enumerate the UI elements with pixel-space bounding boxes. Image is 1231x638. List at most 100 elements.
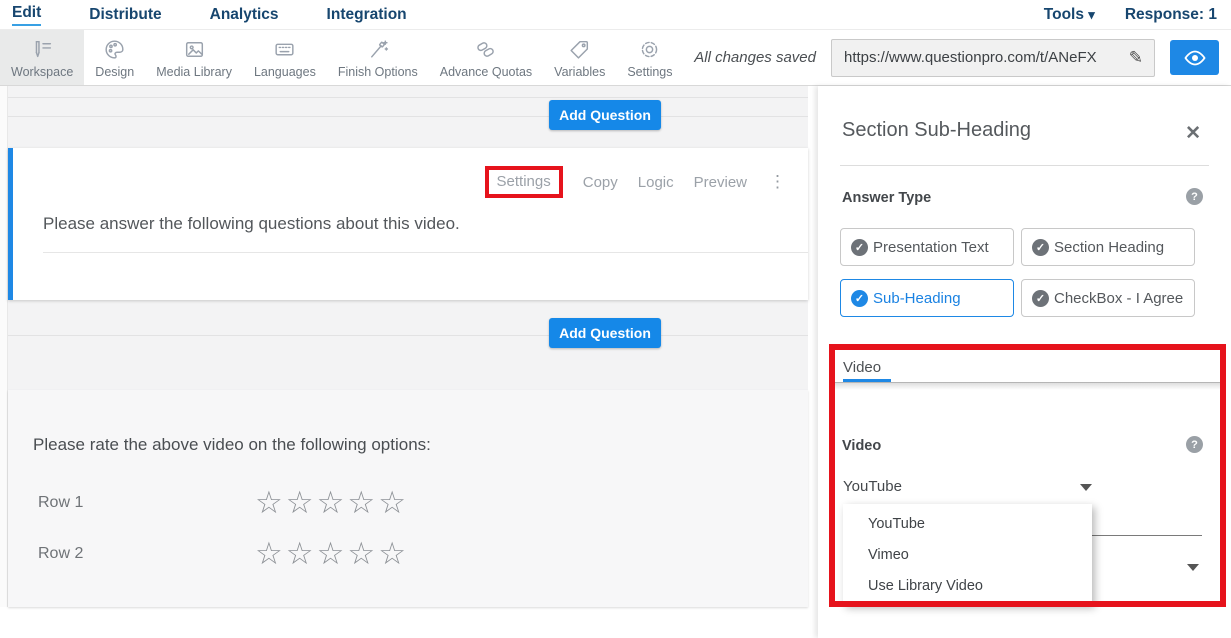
row-label: Row 1 [38, 494, 83, 512]
option-label: Sub-Heading [873, 290, 961, 307]
question-card-subheading[interactable]: Settings Copy Logic Preview ⋮ Please ans… [8, 148, 808, 300]
toolbar-item-finish-options[interactable]: Finish Options [327, 30, 429, 85]
tab-video[interactable]: Video [843, 359, 881, 376]
question-preview-button[interactable]: Preview [694, 174, 747, 191]
more-options-icon[interactable]: ⋮ [769, 172, 786, 192]
check-circle-icon: ✓ [851, 290, 868, 307]
toolbar-item-media-library[interactable]: Media Library [145, 30, 243, 85]
toolbar-label: Languages [254, 65, 316, 79]
tools-menu[interactable]: Tools ▾ [1044, 6, 1095, 24]
star-icon[interactable]: ☆ [255, 488, 283, 518]
panel-title: Section Sub-Heading [842, 119, 1031, 142]
dropdown-arrow-icon[interactable] [1080, 484, 1092, 491]
toolbar-item-workspace[interactable]: Workspace [0, 30, 84, 85]
nav-tab-edit[interactable]: Edit [12, 4, 41, 26]
star-icon[interactable]: ☆ [317, 488, 345, 518]
top-nav: Edit Distribute Analytics Integration To… [0, 0, 1231, 30]
survey-url-field[interactable]: https://www.questionpro.com/t/ANeFX ✎ [831, 39, 1155, 77]
question-action-row: Settings Copy Logic Preview ⋮ [485, 166, 786, 198]
question-copy-button[interactable]: Copy [583, 174, 618, 191]
toolbar-label: Media Library [156, 65, 232, 79]
toolbar-label: Advance Quotas [440, 65, 532, 79]
rating-row-2: Row 2 ☆ ☆ ☆ ☆ ☆ [8, 536, 808, 572]
toolbar-label: Settings [627, 65, 672, 79]
check-circle-icon: ✓ [1032, 239, 1049, 256]
dropdown-arrow-icon[interactable] [1187, 564, 1199, 571]
video-label: Video [842, 438, 881, 454]
answer-type-section-heading[interactable]: ✓ Section Heading [1021, 228, 1195, 266]
star-icon[interactable]: ☆ [347, 488, 375, 518]
star-rating: ☆ ☆ ☆ ☆ ☆ [255, 488, 406, 518]
gear-icon [637, 37, 662, 62]
divider [8, 116, 808, 117]
star-icon[interactable]: ☆ [378, 539, 406, 569]
toolbar-item-design[interactable]: Design [84, 30, 145, 85]
tag-icon [567, 37, 592, 62]
toolbar-label: Finish Options [338, 65, 418, 79]
close-icon[interactable]: ✕ [1185, 122, 1201, 145]
nav-tab-integration[interactable]: Integration [327, 6, 407, 24]
option-label: Section Heading [1054, 239, 1164, 256]
star-icon[interactable]: ☆ [378, 488, 406, 518]
dropdown-option-youtube[interactable]: YouTube [843, 509, 1092, 540]
toolbar-item-advance-quotas[interactable]: Advance Quotas [429, 30, 543, 85]
dropdown-option-vimeo[interactable]: Vimeo [843, 540, 1092, 571]
survey-canvas: Add Question Settings Copy Logic Preview… [0, 86, 808, 607]
option-label: CheckBox - I Agree [1054, 290, 1183, 307]
eye-icon [1183, 50, 1207, 66]
check-circle-icon: ✓ [1032, 290, 1049, 307]
editor-toolbar: Workspace Design Media Library Languages… [0, 30, 1231, 86]
star-icon[interactable]: ☆ [286, 488, 314, 518]
question-card-rating[interactable]: Please rate the above video on the follo… [8, 390, 808, 607]
toolbar-label: Variables [554, 65, 605, 79]
toolbar-item-languages[interactable]: Languages [243, 30, 327, 85]
dropdown-option-library-video[interactable]: Use Library Video [843, 571, 1092, 602]
star-icon[interactable]: ☆ [347, 539, 375, 569]
response-count[interactable]: Response: 1 [1125, 6, 1217, 24]
divider [43, 252, 808, 253]
canvas-gutter [0, 86, 8, 607]
question2-text: Please rate the above video on the follo… [33, 435, 431, 455]
star-icon[interactable]: ☆ [286, 539, 314, 569]
highlight-box-settings: Settings [485, 166, 563, 198]
wand-icon [365, 37, 390, 62]
toolbar-item-settings[interactable]: Settings [616, 30, 683, 85]
preview-survey-button[interactable] [1170, 40, 1219, 75]
keyboard-icon [272, 37, 297, 62]
star-icon[interactable]: ☆ [255, 539, 283, 569]
divider [8, 97, 808, 98]
add-question-button-top[interactable]: Add Question [549, 100, 661, 130]
option-label: Presentation Text [873, 239, 989, 256]
help-icon[interactable]: ? [1186, 188, 1203, 205]
save-status: All changes saved [694, 49, 816, 66]
nav-tab-analytics[interactable]: Analytics [210, 6, 279, 24]
help-icon[interactable]: ? [1186, 436, 1203, 453]
answer-type-presentation-text[interactable]: ✓ Presentation Text [840, 228, 1014, 266]
workspace-icon [30, 37, 55, 62]
palette-icon [102, 37, 127, 62]
answer-type-label: Answer Type [842, 190, 931, 206]
video-source-select[interactable]: YouTube [843, 478, 902, 495]
star-icon[interactable]: ☆ [317, 539, 345, 569]
divider [840, 165, 1209, 166]
answer-type-sub-heading[interactable]: ✓ Sub-Heading [840, 279, 1014, 317]
answer-type-checkbox-agree[interactable]: ✓ CheckBox - I Agree [1021, 279, 1195, 317]
chevron-down-icon: ▾ [1088, 7, 1095, 22]
video-url-input [1092, 535, 1202, 536]
nav-tab-distribute[interactable]: Distribute [89, 6, 161, 24]
survey-url: https://www.questionpro.com/t/ANeFX [832, 49, 1118, 66]
star-rating: ☆ ☆ ☆ ☆ ☆ [255, 539, 406, 569]
row-label: Row 2 [38, 545, 83, 563]
toolbar-label: Workspace [11, 65, 73, 79]
tools-label: Tools [1044, 6, 1084, 23]
question-logic-button[interactable]: Logic [638, 174, 674, 191]
rating-row-1: Row 1 ☆ ☆ ☆ ☆ ☆ [8, 485, 808, 521]
links-icon [473, 37, 498, 62]
question-settings-button[interactable]: Settings [497, 173, 551, 190]
add-question-button-middle[interactable]: Add Question [549, 318, 661, 348]
divider [8, 335, 808, 336]
edit-url-icon[interactable]: ✎ [1118, 48, 1154, 68]
toolbar-item-variables[interactable]: Variables [543, 30, 616, 85]
tab-shadow [829, 383, 1225, 390]
image-icon [182, 37, 207, 62]
